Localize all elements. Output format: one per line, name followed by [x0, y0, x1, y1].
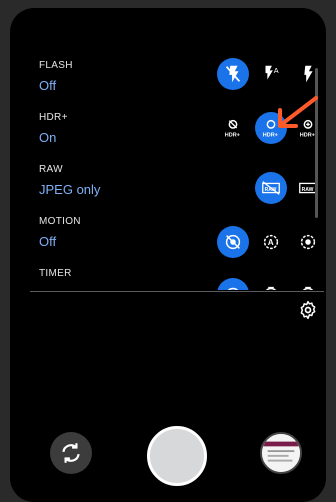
- motion-title: MOTION: [39, 216, 81, 227]
- raw-off-icon: RAW: [262, 181, 280, 195]
- flash-off-button[interactable]: [217, 58, 249, 90]
- raw-off-button[interactable]: RAW: [255, 172, 287, 204]
- flash-auto-button[interactable]: A: [255, 58, 287, 90]
- hdr-off-icon: HDR+: [225, 119, 240, 138]
- raw-title: RAW: [39, 164, 63, 175]
- panel-divider: [30, 291, 324, 292]
- motion-auto-button[interactable]: A: [255, 226, 287, 258]
- timer-10s-icon: [302, 286, 314, 290]
- raw-setting-row: RAW JPEG only RAW RAW: [30, 154, 326, 206]
- quick-settings-panel: FLASH Off A HDR+ On HDR+ HDR+ HDR+ RAW J…: [30, 50, 326, 290]
- timer-off-icon: [227, 287, 239, 290]
- shutter-button[interactable]: [147, 426, 207, 486]
- motion-value: Off: [39, 234, 57, 249]
- settings-scrollbar[interactable]: [315, 68, 318, 218]
- raw-off-label: RAW: [265, 187, 277, 193]
- gallery-thumbnail[interactable]: [260, 432, 302, 474]
- motion-off-icon: [225, 234, 241, 250]
- raw-on-label: RAW: [302, 187, 314, 193]
- flash-off-icon: [225, 65, 241, 83]
- hdr-value: On: [39, 130, 57, 145]
- annotation-arrow-icon: [278, 96, 318, 128]
- timer-3s-icon: [265, 286, 277, 290]
- flash-value: Off: [39, 78, 57, 93]
- timer-title: TIMER: [39, 268, 72, 279]
- flash-auto-icon: A: [265, 65, 279, 80]
- raw-on-button[interactable]: RAW: [292, 172, 324, 204]
- camera-screen: FLASH Off A HDR+ On HDR+ HDR+ HDR+ RAW J…: [10, 8, 326, 502]
- motion-off-button[interactable]: [217, 226, 249, 258]
- timer-10s-button[interactable]: [292, 278, 324, 290]
- camera-switch-icon: [62, 443, 80, 463]
- motion-on-button[interactable]: [292, 226, 324, 258]
- flash-title: FLASH: [39, 60, 73, 71]
- timer-off-button[interactable]: [217, 278, 249, 290]
- hdr-off-label: HDR+: [225, 132, 240, 138]
- camera-switch-button[interactable]: [50, 432, 92, 474]
- gear-icon[interactable]: [298, 300, 318, 320]
- motion-setting-row: MOTION Off A: [30, 206, 326, 258]
- hdr-off-button[interactable]: HDR+: [217, 112, 249, 144]
- raw-value: JPEG only: [39, 182, 101, 197]
- motion-auto-icon: A: [263, 234, 279, 250]
- flash-auto-label: A: [274, 66, 279, 75]
- timer-3s-button[interactable]: [255, 278, 287, 290]
- timer-setting-row: TIMER: [30, 258, 326, 290]
- flash-on-button[interactable]: [292, 58, 324, 90]
- motion-on-icon: [300, 234, 316, 250]
- hdr-title: HDR+: [39, 112, 68, 123]
- motion-auto-label: A: [268, 238, 274, 247]
- gallery-thumbnail-image: [262, 434, 300, 472]
